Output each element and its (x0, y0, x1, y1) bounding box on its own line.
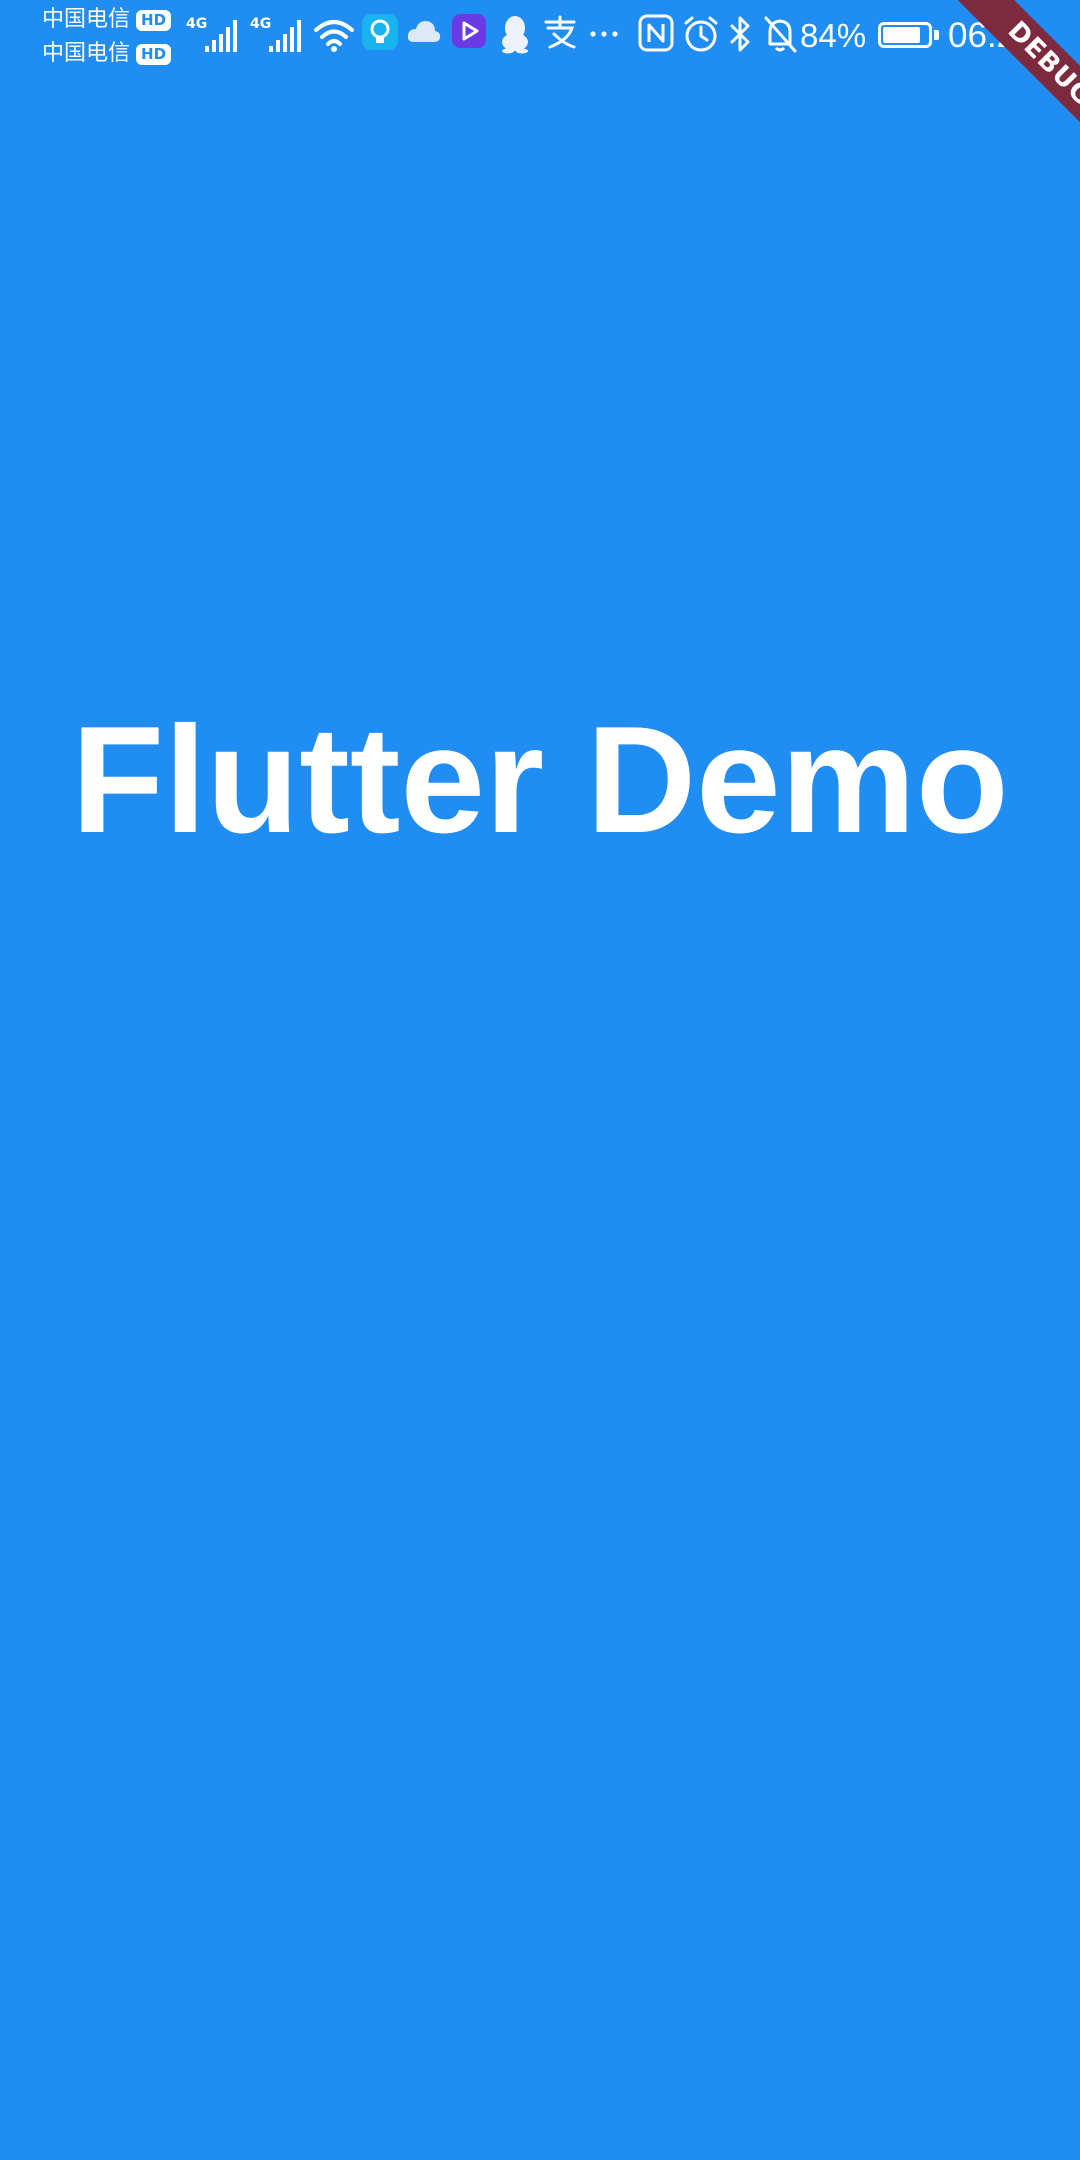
lightbulb-app-icon (362, 14, 398, 56)
bluetooth-icon (728, 14, 754, 56)
clock: 06:24 (948, 16, 1036, 55)
carrier-name: 中国电信 (42, 7, 131, 32)
carrier-info: 中国电信 HD 中国电信 HD (42, 4, 182, 70)
video-app-icon (452, 14, 486, 56)
more-dots-icon (588, 14, 620, 56)
cloud-icon (406, 14, 442, 56)
battery-icon (878, 22, 932, 48)
signal-bars-icon (204, 14, 240, 56)
page-title: Flutter Demo (71, 695, 1009, 865)
bell-muted-icon (762, 14, 798, 56)
wifi-icon (312, 14, 356, 56)
battery-percent: 84% (800, 17, 867, 54)
hd-badge: HD (136, 43, 172, 65)
qq-penguin-icon (498, 14, 532, 56)
battery-level-fill (883, 27, 920, 43)
carrier-name: 中国电信 (42, 41, 131, 66)
carrier-line-1: 中国电信 HD (42, 4, 172, 36)
signal-bars-icon (268, 14, 304, 56)
nfc-icon (638, 14, 674, 56)
battery-terminal (934, 30, 939, 40)
alipay-icon (542, 14, 578, 56)
hd-badge: HD (136, 9, 172, 31)
status-bar: 中国电信 HD 中国电信 HD 4G 4G 84% 06:24 (0, 0, 1080, 72)
carrier-line-2: 中国电信 HD (42, 38, 172, 70)
alarm-clock-icon (682, 14, 720, 56)
